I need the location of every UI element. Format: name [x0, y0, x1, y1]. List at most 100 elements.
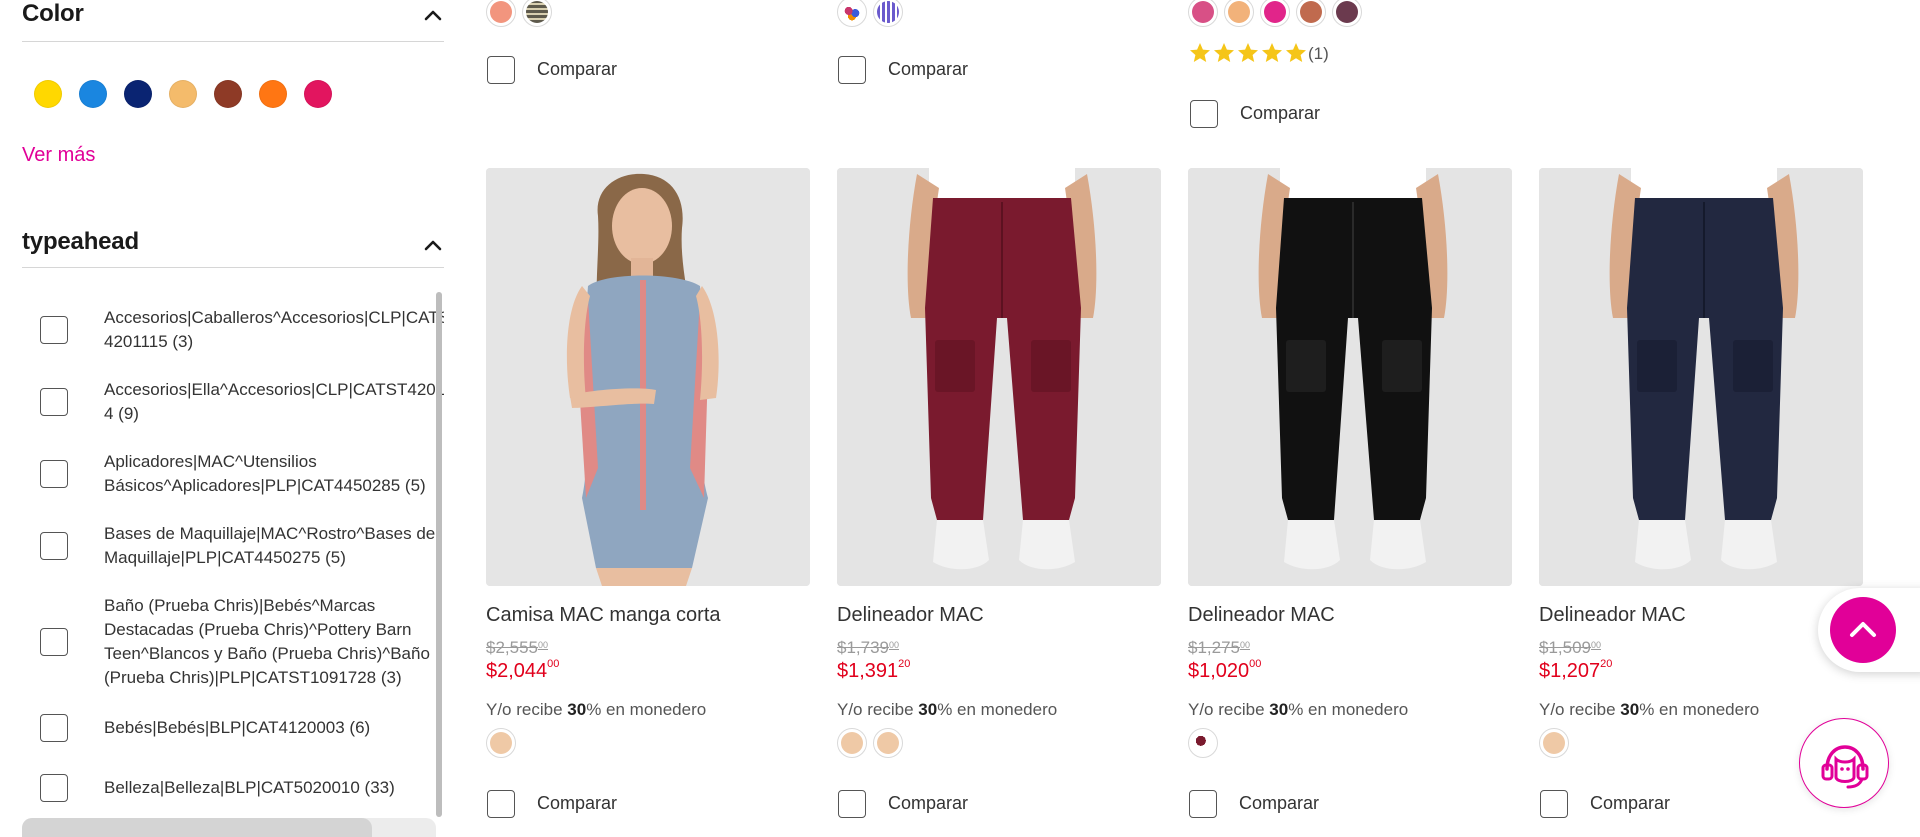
product-image[interactable] [486, 168, 810, 586]
typeahead-option[interactable]: Bebés|Bebés|BLP|CAT4120003 (6) [40, 714, 440, 742]
scroll-to-top-button[interactable] [1818, 588, 1920, 672]
typeahead-option[interactable]: Belleza|Belleza|BLP|CAT5020010 (33) [40, 774, 440, 802]
product-sale-price: $1,02000 [1188, 658, 1262, 682]
compare-label: Comparar [888, 793, 969, 813]
product-name[interactable]: Delineador MAC [1539, 604, 1686, 627]
option-checkbox[interactable] [40, 628, 68, 656]
compare-label: Comparar [537, 793, 618, 813]
color-option[interactable] [486, 0, 516, 27]
wallet-reward-text: Y/o recibe 30% en monedero [486, 700, 707, 719]
color-option[interactable] [1260, 0, 1290, 27]
color-swatch-light-orange[interactable] [169, 80, 197, 108]
typeahead-option[interactable]: Bases de Maquillaje|MAC^Rostro^Bases de … [40, 522, 440, 570]
product-sale-price: $1,39120 [837, 658, 911, 682]
typeahead-option[interactable]: Baño (Prueba Chris)|Bebés^Marcas Destaca… [40, 594, 440, 690]
compare-checkbox[interactable] [838, 56, 866, 84]
color-option[interactable] [1539, 728, 1569, 758]
color-option[interactable] [1296, 0, 1326, 27]
color-option[interactable] [837, 728, 867, 758]
star-icon [1190, 43, 1210, 62]
color-option[interactable] [1188, 0, 1218, 27]
typeahead-option[interactable]: Accesorios|Ella^Accesorios|CLP|CATST4201… [40, 378, 444, 426]
color-option[interactable] [1188, 728, 1218, 758]
product-image[interactable] [1539, 168, 1863, 586]
wallet-reward-text: Y/o recibe 30% en monedero [837, 700, 1058, 719]
typeahead-option-list[interactable]: Accesorios|Caballeros^Accesorios|CLP|CAT… [22, 292, 444, 817]
product-name[interactable]: Camisa MAC manga corta [486, 604, 721, 627]
compare-label: Comparar [537, 59, 618, 79]
color-swatch-orange[interactable] [259, 80, 287, 108]
filter-sidebar: Color Ver más typeahead Accesorios|Cabal… [22, 0, 444, 837]
product-name[interactable]: Delineador MAC [837, 604, 984, 627]
product-original-price: $2,55500 [486, 638, 549, 657]
color-option[interactable] [837, 0, 867, 27]
option-checkbox[interactable] [40, 460, 68, 488]
color-filter-title: Color [22, 0, 84, 27]
support-agent-icon [1821, 745, 1869, 789]
product-photo-black-pants [1188, 168, 1512, 586]
star-icon [1238, 43, 1258, 62]
product-sale-price: $1,20720 [1539, 658, 1613, 682]
scrollbar-thumb[interactable] [436, 292, 442, 817]
color-option[interactable] [1332, 0, 1362, 27]
scroll-top-circle[interactable] [1830, 597, 1896, 663]
compare-label: Comparar [888, 59, 969, 79]
typeahead-horizontal-scrollbar[interactable] [22, 818, 436, 837]
color-option[interactable] [522, 0, 552, 27]
option-checkbox[interactable] [40, 774, 68, 802]
option-label: Aplicadores|MAC^Utensilios Básicos^Aplic… [104, 452, 426, 495]
option-checkbox[interactable] [40, 714, 68, 742]
see-more-colors-link[interactable]: Ver más [22, 144, 95, 167]
option-label: Accesorios|Caballeros^Accesorios|CLP|CAT… [104, 308, 444, 351]
color-option[interactable] [873, 728, 903, 758]
help-chat-button[interactable] [1799, 718, 1889, 808]
option-label: Belleza|Belleza|BLP|CAT5020010 (33) [104, 778, 395, 797]
option-checkbox[interactable] [40, 316, 68, 344]
star-icon [1286, 43, 1306, 62]
compare-checkbox[interactable] [487, 790, 515, 818]
wallet-reward-text: Y/o recibe 30% en monedero [1188, 700, 1409, 719]
product-photo-burgundy-pants [837, 168, 1161, 586]
color-swatch-navy[interactable] [124, 80, 152, 108]
typeahead-filter-title: typeahead [22, 228, 139, 255]
compare-checkbox[interactable] [1189, 790, 1217, 818]
color-option[interactable] [873, 0, 903, 27]
compare-checkbox[interactable] [487, 56, 515, 84]
star-icon [1214, 43, 1234, 62]
chevron-up-icon[interactable] [422, 4, 444, 26]
rating-count: (1) [1308, 44, 1329, 63]
option-label: Baño (Prueba Chris)|Bebés^Marcas Destaca… [104, 596, 430, 687]
compare-label: Comparar [1239, 793, 1320, 813]
typeahead-filter-header[interactable]: typeahead [22, 224, 444, 268]
option-label: Accesorios|Ella^Accesorios|CLP|CATST4201… [104, 380, 444, 423]
wallet-reward-text: Y/o recibe 30% en monedero [1539, 700, 1760, 719]
product-original-price: $1,50900 [1539, 638, 1602, 657]
option-label: Bases de Maquillaje|MAC^Rostro^Bases de … [104, 524, 436, 567]
color-swatch-blue[interactable] [79, 80, 107, 108]
product-image[interactable] [837, 168, 1161, 586]
compare-checkbox[interactable] [838, 790, 866, 818]
compare-checkbox[interactable] [1540, 790, 1568, 818]
compare-checkbox[interactable] [1190, 100, 1218, 128]
chevron-up-icon [1850, 622, 1876, 637]
typeahead-option[interactable]: Aplicadores|MAC^Utensilios Básicos^Aplic… [40, 450, 440, 498]
color-option[interactable] [1224, 0, 1254, 27]
product-photo-swimsuit [486, 168, 810, 586]
product-original-price: $1,73900 [837, 638, 900, 657]
color-filter-header[interactable]: Color [22, 0, 444, 42]
product-name[interactable]: Delineador MAC [1188, 604, 1335, 627]
typeahead-vertical-scrollbar[interactable] [436, 292, 442, 817]
compare-label: Comparar [1240, 103, 1321, 123]
star-icon [1262, 43, 1282, 62]
color-swatch-brown[interactable] [214, 80, 242, 108]
typeahead-option[interactable]: Accesorios|Caballeros^Accesorios|CLP|CAT… [40, 306, 444, 354]
option-checkbox[interactable] [40, 532, 68, 560]
option-label: Bebés|Bebés|BLP|CAT4120003 (6) [104, 718, 371, 737]
chevron-up-icon[interactable] [422, 234, 444, 256]
scrollbar-thumb[interactable] [22, 818, 372, 837]
option-checkbox[interactable] [40, 388, 68, 416]
product-image[interactable] [1188, 168, 1512, 586]
color-option[interactable] [486, 728, 516, 758]
color-swatch-crimson[interactable] [304, 80, 332, 108]
color-swatch-yellow[interactable] [34, 80, 62, 108]
